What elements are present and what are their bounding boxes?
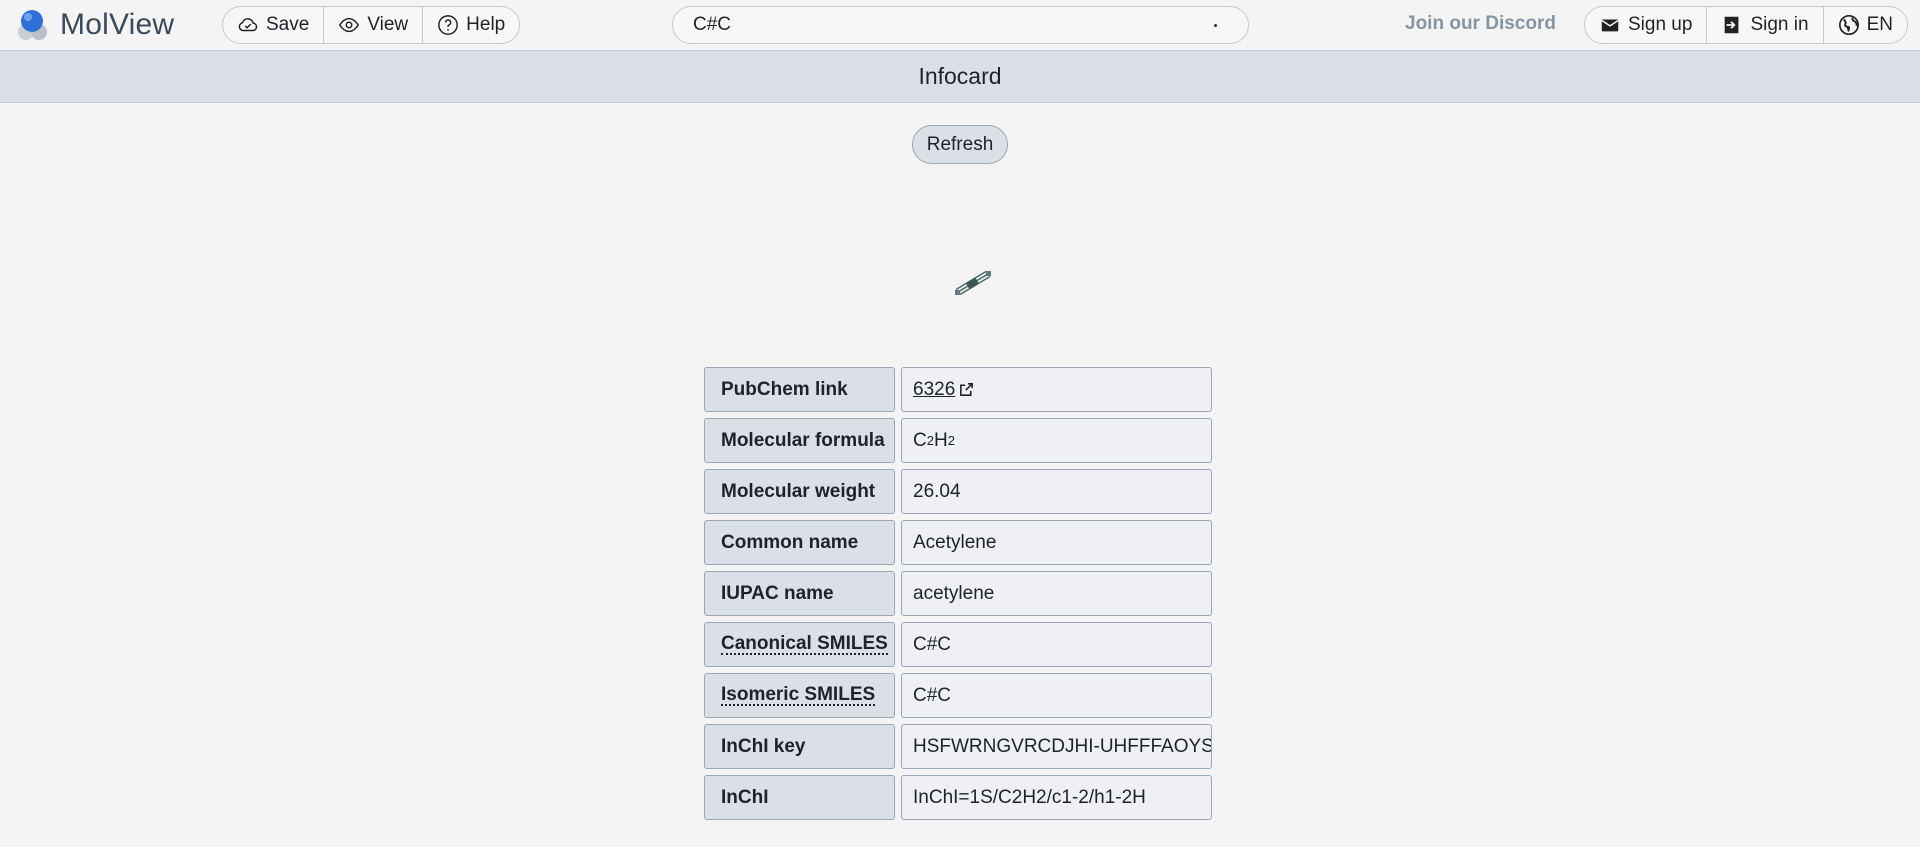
row-value: Acetylene <box>901 520 1212 565</box>
help-label: Help <box>466 14 506 35</box>
row-value: InChI=1S/C2H2/c1-2/h1-2H <box>901 775 1212 820</box>
row-value: 6326 <box>901 367 1212 412</box>
row-label: InChI key <box>704 724 895 769</box>
row-label: Common name <box>704 520 895 565</box>
table-row: Common name Acetylene <box>704 520 1217 565</box>
logo[interactable]: MolView <box>14 7 174 43</box>
table-row: Canonical SMILES C#C <box>704 622 1217 667</box>
canonical-smiles-tooltip-label[interactable]: Canonical SMILES <box>721 633 888 656</box>
search-bar <box>672 6 1249 44</box>
row-label: Isomeric SMILES <box>704 673 895 718</box>
signup-button[interactable]: Sign up <box>1585 7 1708 43</box>
row-value: acetylene <box>901 571 1212 616</box>
row-label: PubChem link <box>704 367 895 412</box>
row-value: HSFWRNGVRCDJHI-UHFFFAOYSA-N <box>901 724 1212 769</box>
refresh-button[interactable]: Refresh <box>912 125 1008 164</box>
app-name: MolView <box>60 8 175 41</box>
sign-in-icon <box>1725 16 1739 34</box>
language-label: EN <box>1866 14 1893 35</box>
search-cursor-dot <box>1214 24 1217 27</box>
row-label: InChI <box>704 775 895 820</box>
molecule-structure-image <box>955 270 991 296</box>
formula-element: C <box>913 429 927 451</box>
signin-label: Sign in <box>1750 14 1809 35</box>
main-toolbar: Save View Help <box>222 6 521 44</box>
infocard-header: Infocard <box>0 51 1920 103</box>
formula-element: H <box>933 429 948 451</box>
molview-logo-icon <box>18 10 47 40</box>
row-value: 26.04 <box>901 469 1212 514</box>
table-row: Isomeric SMILES C#C <box>704 673 1217 718</box>
isomeric-smiles-tooltip-label[interactable]: Isomeric SMILES <box>721 684 876 707</box>
table-row: IUPAC name acetylene <box>704 571 1217 616</box>
envelope-icon <box>1601 19 1619 32</box>
account-toolbar: Sign up Sign in EN <box>1584 6 1908 44</box>
external-link-icon[interactable] <box>958 381 975 398</box>
view-label: View <box>367 14 409 35</box>
view-button[interactable]: View <box>324 7 424 43</box>
row-value: C2H2 <box>901 418 1212 463</box>
table-row: Molecular formula C2H2 <box>704 418 1217 463</box>
top-bar: MolView Save View Help C#C Join our Disc… <box>0 0 1920 51</box>
pubchem-link[interactable]: 6326 <box>913 379 955 401</box>
signup-label: Sign up <box>1628 14 1693 35</box>
table-row: Molecular weight 26.04 <box>704 469 1217 514</box>
eye-icon <box>339 17 360 33</box>
row-label: Molecular weight <box>704 469 895 514</box>
info-table: PubChem link 6326 Molecular formula C2H2… <box>704 367 1217 826</box>
infocard-title: Infocard <box>918 63 1002 89</box>
row-value: C#C <box>901 673 1212 718</box>
search-input[interactable] <box>693 14 1228 36</box>
language-button[interactable]: EN <box>1824 7 1907 43</box>
formula-subscript: 2 <box>947 433 955 448</box>
row-label: Molecular formula <box>704 418 895 463</box>
signin-button[interactable]: Sign in <box>1707 7 1824 43</box>
row-label: IUPAC name <box>704 571 895 616</box>
table-row: InChI key HSFWRNGVRCDJHI-UHFFFAOYSA-N <box>704 724 1217 769</box>
cloud-check-icon <box>238 18 258 32</box>
table-row: PubChem link 6326 <box>704 367 1217 412</box>
formula-subscript: 2 <box>926 433 934 448</box>
save-button[interactable]: Save <box>223 7 325 43</box>
save-label: Save <box>266 14 310 35</box>
question-circle-icon <box>438 15 459 35</box>
globe-icon <box>1838 15 1859 35</box>
help-button[interactable]: Help <box>423 7 519 43</box>
discord-link[interactable]: Join our Discord <box>1405 13 1556 35</box>
table-row: InChI InChI=1S/C2H2/c1-2/h1-2H <box>704 775 1217 820</box>
row-value: C#C <box>901 622 1212 667</box>
row-label: Canonical SMILES <box>704 622 895 667</box>
